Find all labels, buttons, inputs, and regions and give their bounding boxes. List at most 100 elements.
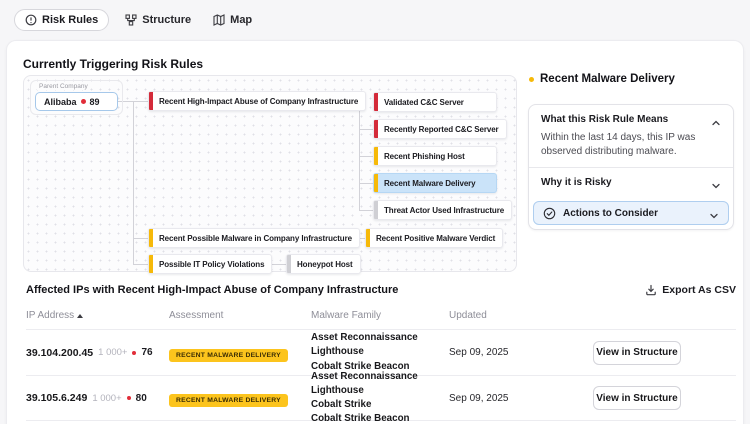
tree-node-subrule[interactable]: Recent Phishing Host [373, 146, 497, 166]
ip-risk-score: 80 [136, 393, 147, 404]
malware-family-line: Cobalt Strike [311, 398, 449, 412]
tab-label: Map [230, 14, 252, 26]
ip-address[interactable]: 39.105.6.249 [26, 392, 87, 404]
parent-company-group: Parent Company Alibaba 89 [30, 80, 123, 115]
detail-panel-title: Recent Malware Delivery [529, 73, 675, 85]
panel-section-actions-header[interactable]: Actions to Consider [533, 201, 729, 225]
severity-bar [149, 92, 153, 110]
assessment-badge: RECENT MALWARE DELIVERY [169, 394, 288, 407]
company-risk-score: 89 [90, 97, 100, 107]
tree-node-label: Threat Actor Used Infrastructure [384, 206, 504, 215]
tree-node-label: Honeypot Host [297, 260, 353, 269]
chevron-down-icon [711, 178, 721, 188]
map-icon [213, 14, 225, 26]
tab-structure[interactable]: Structure [119, 10, 197, 30]
structure-icon [125, 14, 137, 26]
tree-node-subrule[interactable]: Recently Reported C&C Server [373, 119, 507, 139]
export-csv-button[interactable]: Export As CSV [645, 284, 736, 296]
company-name: Alibaba [44, 97, 77, 107]
malware-family-line: Cobalt Strike Beacon [311, 412, 449, 424]
column-header-ip-address[interactable]: IP Address [26, 310, 169, 321]
severity-bar [149, 229, 153, 247]
column-header-assessment[interactable]: Assessment [169, 310, 311, 321]
tree-node-label: Possible IT Policy Violations [159, 260, 264, 269]
parent-company-node[interactable]: Alibaba 89 [35, 92, 118, 111]
tree-node-label: Recent Phishing Host [384, 152, 465, 161]
malware-family-line: Asset Reconnaissance Lighthouse [311, 331, 449, 359]
table-title: Affected IPs with Recent High-Impact Abu… [26, 284, 398, 296]
main-content-card: Currently Triggering Risk Rules Parent C… [6, 40, 744, 424]
table-column-headers: IP Address Assessment Malware Family Upd… [26, 310, 736, 321]
ip-risk-score: 76 [141, 347, 152, 358]
risk-rules-tree: Parent Company Alibaba 89 Recent High-Im… [23, 75, 517, 272]
alert-circle-icon [25, 14, 37, 26]
severity-bar [374, 174, 378, 192]
chevron-down-icon [709, 208, 719, 218]
download-icon [645, 284, 657, 296]
view-in-structure-button[interactable]: View in Structure [593, 386, 681, 410]
updated-date: Sep 09, 2025 [449, 393, 545, 404]
tree-node-rule[interactable]: Recent High-Impact Abuse of Company Infr… [148, 91, 366, 111]
panel-section-risky-header[interactable]: Why it is Risky [529, 168, 733, 197]
tab-label: Risk Rules [42, 14, 98, 26]
malware-family-cell: Asset Reconnaissance Lighthouse Cobalt S… [311, 331, 449, 374]
connector-line [359, 183, 373, 184]
tree-node-subrule-selected[interactable]: Recent Malware Delivery [373, 173, 497, 193]
table-row: 39.105.6.249 1 000+ 80 RECENT MALWARE DE… [26, 375, 736, 421]
tree-node-rule[interactable]: Possible IT Policy Violations [148, 254, 272, 274]
tab-map[interactable]: Map [207, 10, 258, 30]
reference-count: 1 000+ [92, 393, 121, 404]
risk-dot-icon [81, 99, 86, 104]
severity-bar [287, 255, 291, 273]
tree-node-subrule[interactable]: Threat Actor Used Infrastructure [373, 200, 512, 220]
malware-family-cell: Asset Reconnaissance Lighthouse Cobalt S… [311, 370, 449, 424]
severity-bar [374, 120, 378, 138]
tree-node-subrule[interactable]: Honeypot Host [286, 254, 361, 274]
tree-node-label: Recently Reported C&C Server [384, 125, 499, 134]
panel-section-meaning: What this Risk Rule Means Within the las… [529, 105, 733, 167]
tree-section-title: Currently Triggering Risk Rules [23, 57, 203, 71]
ip-address[interactable]: 39.104.200.45 [26, 347, 93, 359]
risk-dot-icon [127, 396, 131, 400]
tree-node-subrule[interactable]: Recent Positive Malware Verdict [365, 228, 503, 248]
tree-node-label: Recent Malware Delivery [384, 179, 476, 188]
panel-section-label: What this Risk Rule Means [541, 114, 668, 125]
detail-panel-title-text: Recent Malware Delivery [540, 73, 675, 85]
connector-line [359, 129, 373, 130]
affected-ips-section: Affected IPs with Recent High-Impact Abu… [26, 284, 736, 421]
tree-node-label: Validated C&C Server [384, 98, 464, 107]
malware-family-line: Asset Reconnaissance Lighthouse [311, 370, 449, 398]
tree-node-label: Recent Positive Malware Verdict [376, 234, 495, 243]
severity-bar [374, 93, 378, 111]
severity-bar [366, 229, 370, 247]
panel-section-label: Actions to Consider [563, 208, 702, 219]
assessment-badge: RECENT MALWARE DELIVERY [169, 349, 288, 362]
top-tab-bar: Risk Rules Structure Map [0, 0, 750, 40]
tree-node-label: Recent High-Impact Abuse of Company Infr… [159, 97, 358, 106]
connector-line [359, 156, 373, 157]
panel-section-meaning-header[interactable]: What this Risk Rule Means [541, 114, 721, 125]
updated-date: Sep 09, 2025 [449, 347, 545, 358]
parent-company-group-label: Parent Company [37, 83, 90, 90]
tree-node-subrule[interactable]: Validated C&C Server [373, 92, 497, 112]
tab-risk-rules[interactable]: Risk Rules [14, 9, 109, 31]
tree-node-rule[interactable]: Recent Possible Malware in Company Infra… [148, 228, 360, 248]
export-csv-label: Export As CSV [662, 284, 736, 296]
severity-bar [374, 201, 378, 219]
panel-section-body: Within the last 14 days, this IP was obs… [541, 131, 721, 158]
severity-bar [149, 255, 153, 273]
risk-dot-icon [132, 351, 136, 355]
sort-asc-icon [77, 314, 83, 318]
tree-node-label: Recent Possible Malware in Company Infra… [159, 234, 352, 243]
reference-count: 1 000+ [98, 347, 127, 358]
column-header-malware-family[interactable]: Malware Family [311, 310, 449, 321]
view-in-structure-button[interactable]: View in Structure [593, 341, 681, 365]
column-header-updated[interactable]: Updated [449, 310, 545, 321]
connector-line [359, 210, 373, 211]
panel-section-label: Why it is Risky [541, 177, 612, 188]
severity-bar [374, 147, 378, 165]
detail-panel-card: What this Risk Rule Means Within the las… [528, 104, 734, 230]
tab-label: Structure [142, 14, 191, 26]
check-circle-icon [543, 207, 556, 220]
severity-dot-icon [529, 77, 534, 82]
